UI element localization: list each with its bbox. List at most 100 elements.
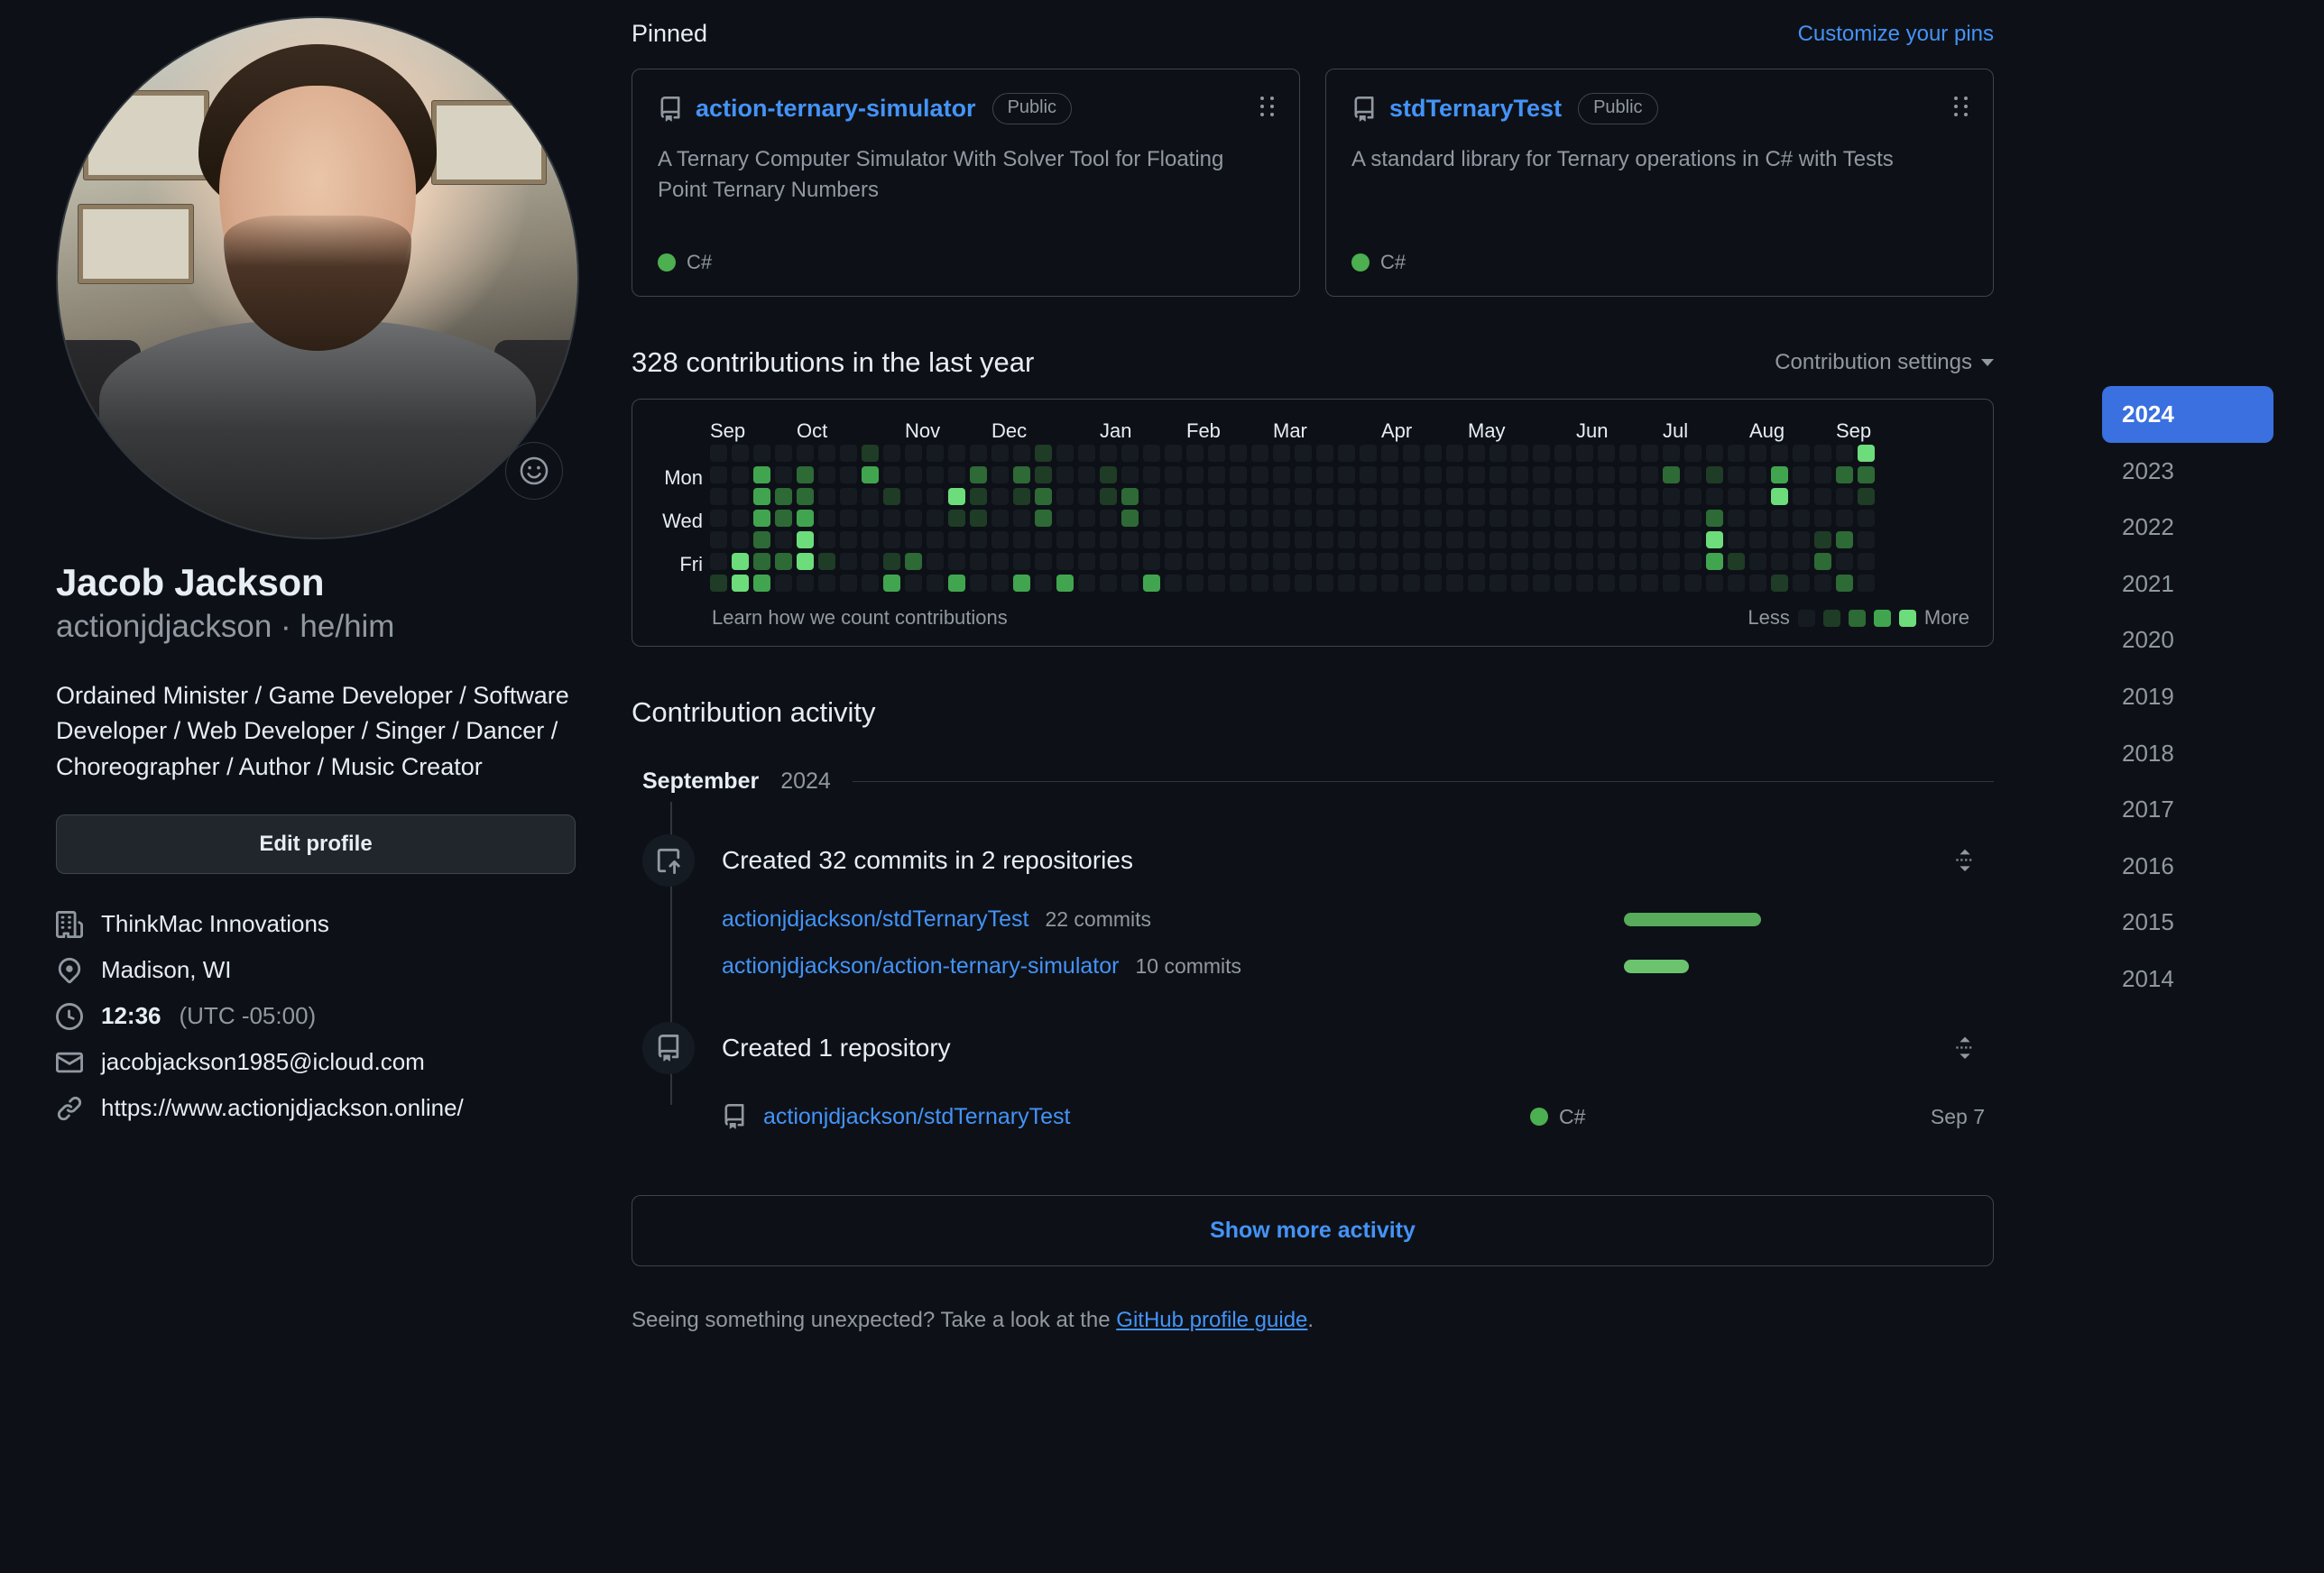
contribution-cell[interactable]: [948, 466, 965, 483]
contribution-cell[interactable]: [1208, 553, 1225, 570]
contribution-cell[interactable]: [1208, 466, 1225, 483]
contribution-cell[interactable]: [1251, 575, 1268, 592]
contribution-cell[interactable]: [970, 531, 987, 548]
contribution-cell[interactable]: [753, 466, 770, 483]
contribution-cell[interactable]: [1273, 466, 1290, 483]
contribution-cell[interactable]: [732, 553, 749, 570]
contribution-cell[interactable]: [1706, 445, 1723, 462]
contribution-cell[interactable]: [1446, 553, 1463, 570]
contribution-cell[interactable]: [1749, 553, 1766, 570]
contribution-cell[interactable]: [1728, 466, 1745, 483]
contribution-cell[interactable]: [1576, 553, 1593, 570]
drag-handle-icon[interactable]: [1954, 97, 1969, 116]
contribution-cell[interactable]: [1858, 531, 1875, 548]
contribution-cell[interactable]: [927, 445, 944, 462]
contribution-cell[interactable]: [1793, 445, 1810, 462]
contribution-cell[interactable]: [1598, 445, 1615, 462]
contribution-cell[interactable]: [1425, 531, 1442, 548]
contribution-cell[interactable]: [862, 466, 879, 483]
contribution-cell[interactable]: [1078, 553, 1095, 570]
year-link-2017[interactable]: 2017: [2102, 781, 2273, 838]
contribution-cell[interactable]: [1446, 510, 1463, 527]
contribution-cell[interactable]: [1814, 445, 1831, 462]
contribution-cell[interactable]: [1619, 553, 1637, 570]
contribution-cell[interactable]: [927, 553, 944, 570]
contribution-cell[interactable]: [1793, 531, 1810, 548]
year-link-2018[interactable]: 2018: [2102, 725, 2273, 782]
contribution-cell[interactable]: [775, 488, 792, 505]
contribution-cell[interactable]: [840, 553, 857, 570]
contribution-cell[interactable]: [1663, 466, 1680, 483]
contribution-cell[interactable]: [1598, 510, 1615, 527]
contribution-cell[interactable]: [1143, 488, 1160, 505]
year-link-2015[interactable]: 2015: [2102, 894, 2273, 951]
contribution-cell[interactable]: [1468, 531, 1485, 548]
contribution-cell[interactable]: [818, 531, 835, 548]
contribution-cell[interactable]: [1836, 466, 1853, 483]
contribution-cell[interactable]: [1728, 445, 1745, 462]
contribution-cell[interactable]: [1706, 531, 1723, 548]
contribution-cell[interactable]: [1489, 445, 1507, 462]
contribution-cell[interactable]: [1295, 531, 1312, 548]
contribution-cell[interactable]: [1403, 488, 1420, 505]
contribution-cell[interactable]: [1381, 488, 1398, 505]
contribution-cell[interactable]: [1836, 445, 1853, 462]
contribution-cell[interactable]: [1121, 575, 1139, 592]
contribution-cell[interactable]: [1186, 488, 1204, 505]
contribution-cell[interactable]: [1489, 553, 1507, 570]
contribution-cell[interactable]: [1511, 510, 1528, 527]
contribution-cell[interactable]: [1100, 510, 1117, 527]
contribution-cell[interactable]: [818, 466, 835, 483]
contribution-cell[interactable]: [1728, 488, 1745, 505]
contribution-cell[interactable]: [1035, 575, 1052, 592]
contribution-cell[interactable]: [1511, 466, 1528, 483]
contribution-cell[interactable]: [991, 510, 1009, 527]
edit-profile-button[interactable]: Edit profile: [56, 814, 576, 874]
contribution-cell[interactable]: [818, 510, 835, 527]
contribution-cell[interactable]: [1836, 488, 1853, 505]
contribution-cell[interactable]: [991, 488, 1009, 505]
contribution-cell[interactable]: [1143, 575, 1160, 592]
contribution-cell[interactable]: [797, 466, 814, 483]
contribution-cell[interactable]: [1468, 488, 1485, 505]
contribution-cell[interactable]: [1165, 510, 1182, 527]
contribution-cell[interactable]: [862, 488, 879, 505]
contribution-cell[interactable]: [1230, 510, 1247, 527]
contribution-cell[interactable]: [1511, 488, 1528, 505]
contribution-cell[interactable]: [1035, 510, 1052, 527]
contribution-cell[interactable]: [1684, 466, 1702, 483]
year-link-2023[interactable]: 2023: [2102, 443, 2273, 500]
contribution-settings-dropdown[interactable]: Contribution settings: [1775, 350, 1994, 375]
contribution-cell[interactable]: [1078, 575, 1095, 592]
contribution-cell[interactable]: [1338, 466, 1355, 483]
contribution-cell[interactable]: [1381, 531, 1398, 548]
contribution-cell[interactable]: [1489, 488, 1507, 505]
contribution-cell[interactable]: [905, 510, 922, 527]
contribution-cell[interactable]: [1013, 553, 1030, 570]
contribution-cell[interactable]: [1468, 575, 1485, 592]
contribution-cell[interactable]: [710, 575, 727, 592]
contribution-cell[interactable]: [1056, 510, 1074, 527]
contribution-cell[interactable]: [1814, 488, 1831, 505]
contribution-cell[interactable]: [991, 575, 1009, 592]
contribution-cell[interactable]: [1273, 531, 1290, 548]
contribution-cell[interactable]: [1641, 488, 1658, 505]
contribution-cell[interactable]: [1858, 445, 1875, 462]
contribution-cell[interactable]: [1663, 531, 1680, 548]
contribution-cell[interactable]: [1316, 553, 1333, 570]
github-profile-guide-link[interactable]: GitHub profile guide: [1116, 1308, 1307, 1332]
contribution-cell[interactable]: [1771, 488, 1788, 505]
contribution-cell[interactable]: [1100, 488, 1117, 505]
contribution-cell[interactable]: [1749, 466, 1766, 483]
contribution-cell[interactable]: [1814, 510, 1831, 527]
contribution-cell[interactable]: [1403, 553, 1420, 570]
contribution-cell[interactable]: [1598, 531, 1615, 548]
contribution-cell[interactable]: [1381, 466, 1398, 483]
contribution-cell[interactable]: [710, 445, 727, 462]
contribution-cell[interactable]: [1554, 510, 1572, 527]
contribution-cells[interactable]: [710, 445, 1971, 592]
contribution-cell[interactable]: [1100, 445, 1117, 462]
contribution-cell[interactable]: [1230, 553, 1247, 570]
contribution-cell[interactable]: [1295, 575, 1312, 592]
contribution-cell[interactable]: [1836, 575, 1853, 592]
